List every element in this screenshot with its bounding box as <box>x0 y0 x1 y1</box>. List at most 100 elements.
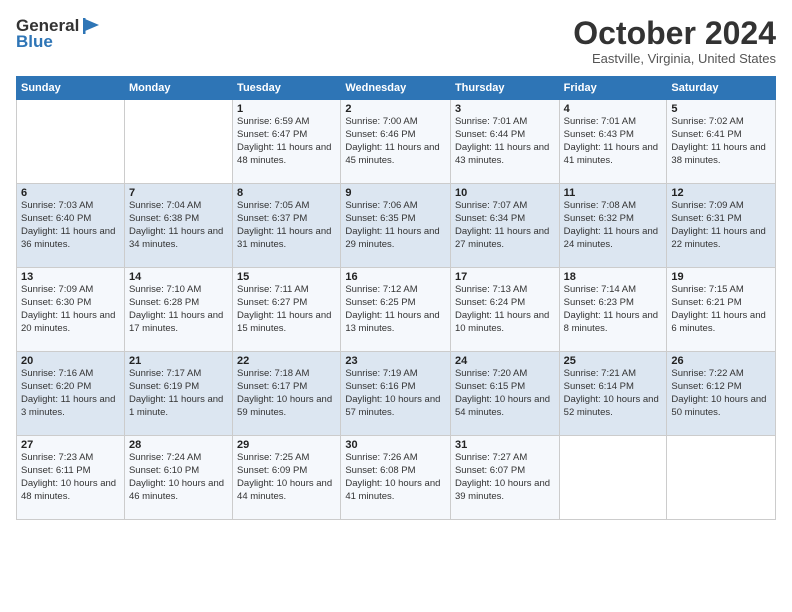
calendar-cell: 17Sunrise: 7:13 AMSunset: 6:24 PMDayligh… <box>450 268 559 352</box>
calendar-cell: 22Sunrise: 7:18 AMSunset: 6:17 PMDayligh… <box>233 352 341 436</box>
calendar-cell: 18Sunrise: 7:14 AMSunset: 6:23 PMDayligh… <box>559 268 667 352</box>
calendar-cell: 29Sunrise: 7:25 AMSunset: 6:09 PMDayligh… <box>233 436 341 520</box>
calendar-cell: 16Sunrise: 7:12 AMSunset: 6:25 PMDayligh… <box>341 268 451 352</box>
weekday-header-tuesday: Tuesday <box>233 77 341 100</box>
day-info: Sunrise: 7:24 AMSunset: 6:10 PMDaylight:… <box>129 452 228 503</box>
calendar-cell: 28Sunrise: 7:24 AMSunset: 6:10 PMDayligh… <box>124 436 232 520</box>
calendar-cell: 23Sunrise: 7:19 AMSunset: 6:16 PMDayligh… <box>341 352 451 436</box>
day-info: Sunrise: 7:21 AMSunset: 6:14 PMDaylight:… <box>564 368 663 419</box>
weekday-header-saturday: Saturday <box>667 77 776 100</box>
day-number: 11 <box>564 187 663 199</box>
day-number: 28 <box>129 439 228 451</box>
day-info: Sunrise: 6:59 AMSunset: 6:47 PMDaylight:… <box>237 116 336 167</box>
day-number: 20 <box>21 355 120 367</box>
calendar-cell: 25Sunrise: 7:21 AMSunset: 6:14 PMDayligh… <box>559 352 667 436</box>
day-number: 30 <box>345 439 446 451</box>
day-info: Sunrise: 7:22 AMSunset: 6:12 PMDaylight:… <box>671 368 771 419</box>
day-info: Sunrise: 7:09 AMSunset: 6:30 PMDaylight:… <box>21 284 120 335</box>
weekday-header-sunday: Sunday <box>17 77 125 100</box>
calendar-cell: 4Sunrise: 7:01 AMSunset: 6:43 PMDaylight… <box>559 100 667 184</box>
calendar-cell: 24Sunrise: 7:20 AMSunset: 6:15 PMDayligh… <box>450 352 559 436</box>
day-info: Sunrise: 7:03 AMSunset: 6:40 PMDaylight:… <box>21 200 120 251</box>
calendar-cell: 10Sunrise: 7:07 AMSunset: 6:34 PMDayligh… <box>450 184 559 268</box>
day-info: Sunrise: 7:20 AMSunset: 6:15 PMDaylight:… <box>455 368 555 419</box>
day-info: Sunrise: 7:01 AMSunset: 6:43 PMDaylight:… <box>564 116 663 167</box>
calendar-table: SundayMondayTuesdayWednesdayThursdayFrid… <box>16 76 776 520</box>
calendar-cell: 11Sunrise: 7:08 AMSunset: 6:32 PMDayligh… <box>559 184 667 268</box>
calendar-week-row: 27Sunrise: 7:23 AMSunset: 6:11 PMDayligh… <box>17 436 776 520</box>
calendar-cell: 3Sunrise: 7:01 AMSunset: 6:44 PMDaylight… <box>450 100 559 184</box>
day-info: Sunrise: 7:10 AMSunset: 6:28 PMDaylight:… <box>129 284 228 335</box>
day-info: Sunrise: 7:13 AMSunset: 6:24 PMDaylight:… <box>455 284 555 335</box>
weekday-header-thursday: Thursday <box>450 77 559 100</box>
calendar-cell: 21Sunrise: 7:17 AMSunset: 6:19 PMDayligh… <box>124 352 232 436</box>
day-info: Sunrise: 7:01 AMSunset: 6:44 PMDaylight:… <box>455 116 555 167</box>
day-number: 9 <box>345 187 446 199</box>
logo-flag-icon <box>81 17 103 35</box>
day-info: Sunrise: 7:02 AMSunset: 6:41 PMDaylight:… <box>671 116 771 167</box>
header: General Blue October 2024 Eastville, Vir… <box>16 16 776 66</box>
day-info: Sunrise: 7:09 AMSunset: 6:31 PMDaylight:… <box>671 200 771 251</box>
day-number: 15 <box>237 271 336 283</box>
calendar-cell: 30Sunrise: 7:26 AMSunset: 6:08 PMDayligh… <box>341 436 451 520</box>
weekday-header-row: SundayMondayTuesdayWednesdayThursdayFrid… <box>17 77 776 100</box>
day-number: 2 <box>345 103 446 115</box>
day-number: 7 <box>129 187 228 199</box>
calendar-cell: 14Sunrise: 7:10 AMSunset: 6:28 PMDayligh… <box>124 268 232 352</box>
calendar-cell: 20Sunrise: 7:16 AMSunset: 6:20 PMDayligh… <box>17 352 125 436</box>
calendar-week-row: 6Sunrise: 7:03 AMSunset: 6:40 PMDaylight… <box>17 184 776 268</box>
day-number: 18 <box>564 271 663 283</box>
calendar-cell: 2Sunrise: 7:00 AMSunset: 6:46 PMDaylight… <box>341 100 451 184</box>
calendar-cell: 31Sunrise: 7:27 AMSunset: 6:07 PMDayligh… <box>450 436 559 520</box>
day-info: Sunrise: 7:19 AMSunset: 6:16 PMDaylight:… <box>345 368 446 419</box>
day-number: 1 <box>237 103 336 115</box>
day-number: 13 <box>21 271 120 283</box>
day-number: 23 <box>345 355 446 367</box>
day-number: 22 <box>237 355 336 367</box>
day-info: Sunrise: 7:25 AMSunset: 6:09 PMDaylight:… <box>237 452 336 503</box>
day-info: Sunrise: 7:15 AMSunset: 6:21 PMDaylight:… <box>671 284 771 335</box>
title-section: October 2024 Eastville, Virginia, United… <box>573 16 776 66</box>
day-info: Sunrise: 7:12 AMSunset: 6:25 PMDaylight:… <box>345 284 446 335</box>
calendar-cell: 19Sunrise: 7:15 AMSunset: 6:21 PMDayligh… <box>667 268 776 352</box>
day-info: Sunrise: 7:26 AMSunset: 6:08 PMDaylight:… <box>345 452 446 503</box>
day-number: 27 <box>21 439 120 451</box>
day-info: Sunrise: 7:23 AMSunset: 6:11 PMDaylight:… <box>21 452 120 503</box>
day-info: Sunrise: 7:27 AMSunset: 6:07 PMDaylight:… <box>455 452 555 503</box>
day-number: 19 <box>671 271 771 283</box>
calendar-week-row: 13Sunrise: 7:09 AMSunset: 6:30 PMDayligh… <box>17 268 776 352</box>
calendar-cell: 13Sunrise: 7:09 AMSunset: 6:30 PMDayligh… <box>17 268 125 352</box>
day-number: 25 <box>564 355 663 367</box>
day-info: Sunrise: 7:18 AMSunset: 6:17 PMDaylight:… <box>237 368 336 419</box>
day-number: 10 <box>455 187 555 199</box>
logo-blue: Blue <box>16 32 53 52</box>
day-number: 16 <box>345 271 446 283</box>
calendar-cell: 7Sunrise: 7:04 AMSunset: 6:38 PMDaylight… <box>124 184 232 268</box>
day-number: 4 <box>564 103 663 115</box>
day-info: Sunrise: 7:17 AMSunset: 6:19 PMDaylight:… <box>129 368 228 419</box>
day-number: 21 <box>129 355 228 367</box>
calendar-week-row: 20Sunrise: 7:16 AMSunset: 6:20 PMDayligh… <box>17 352 776 436</box>
calendar-cell <box>17 100 125 184</box>
day-info: Sunrise: 7:00 AMSunset: 6:46 PMDaylight:… <box>345 116 446 167</box>
calendar-cell: 12Sunrise: 7:09 AMSunset: 6:31 PMDayligh… <box>667 184 776 268</box>
day-number: 8 <box>237 187 336 199</box>
calendar-cell: 15Sunrise: 7:11 AMSunset: 6:27 PMDayligh… <box>233 268 341 352</box>
day-number: 3 <box>455 103 555 115</box>
day-number: 29 <box>237 439 336 451</box>
calendar-cell: 27Sunrise: 7:23 AMSunset: 6:11 PMDayligh… <box>17 436 125 520</box>
day-number: 14 <box>129 271 228 283</box>
logo: General Blue <box>16 16 103 52</box>
day-number: 26 <box>671 355 771 367</box>
day-info: Sunrise: 7:06 AMSunset: 6:35 PMDaylight:… <box>345 200 446 251</box>
calendar-cell: 9Sunrise: 7:06 AMSunset: 6:35 PMDaylight… <box>341 184 451 268</box>
day-info: Sunrise: 7:08 AMSunset: 6:32 PMDaylight:… <box>564 200 663 251</box>
calendar-week-row: 1Sunrise: 6:59 AMSunset: 6:47 PMDaylight… <box>17 100 776 184</box>
day-info: Sunrise: 7:14 AMSunset: 6:23 PMDaylight:… <box>564 284 663 335</box>
calendar-cell: 8Sunrise: 7:05 AMSunset: 6:37 PMDaylight… <box>233 184 341 268</box>
day-number: 31 <box>455 439 555 451</box>
calendar-cell <box>559 436 667 520</box>
month-title: October 2024 <box>573 16 776 51</box>
weekday-header-wednesday: Wednesday <box>341 77 451 100</box>
day-number: 12 <box>671 187 771 199</box>
